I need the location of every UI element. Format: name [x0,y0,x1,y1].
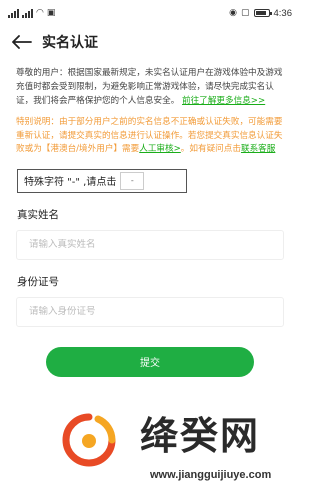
id-field-container [16,296,284,327]
name-label: 真实姓名 [17,208,59,221]
watermark-brand: 绛癸网 [140,414,261,458]
watermark-logo-icon [62,413,116,467]
signal-icon-2 [22,8,33,18]
name-input[interactable] [29,239,283,250]
title-bar: 实名认证 [0,26,300,58]
warning-mid: 。如有疑问点击 [180,144,241,154]
status-bar: ◠ ▣ ◉ ▢ 4:36 [0,0,300,26]
captcha-row: 特殊字符 "-" ,请点击 - [17,168,187,193]
submit-button[interactable]: 提交 [46,346,254,377]
status-time: 4:36 [273,7,293,19]
watermark: 绛癸网 www.jiangguijiuye.com [56,413,286,493]
page-title: 实名认证 [42,35,98,51]
manual-review-link[interactable]: 人工审核> [139,144,181,154]
captcha-label: 特殊字符 "-" ,请点击 [24,177,117,188]
warning-text: 特别说明：由于部分用户之前的实名信息不正确或认证失败，可能需要重新认证，请提交真… [16,116,284,157]
wifi-icon: ◠ [36,7,44,18]
notification-icon: ▣ [46,7,56,18]
id-input[interactable] [29,306,283,317]
nfc-icon: ▢ [240,7,250,18]
watermark-url: www.jiangguijiuye.com [150,469,272,481]
battery-icon [253,9,272,17]
learn-more-link[interactable]: 前往了解更多信息>> [182,96,265,106]
contact-support-link[interactable]: 联系客服 [241,144,275,154]
id-label: 身份证号 [17,275,59,288]
notice-text: 尊敬的用户：根据国家最新规定，未实名认证用户在游戏体验中及游戏充值时都会受到限制… [16,66,284,108]
signal-icon [8,8,19,18]
back-button[interactable] [10,30,34,54]
status-right: ◉ ▢ 4:36 [229,8,292,19]
back-arrow-icon [12,35,32,49]
captcha-click-box[interactable]: - [120,171,145,190]
status-left: ◠ ▣ [8,7,56,18]
name-field-container [16,229,284,260]
eye-icon: ◉ [229,7,237,18]
